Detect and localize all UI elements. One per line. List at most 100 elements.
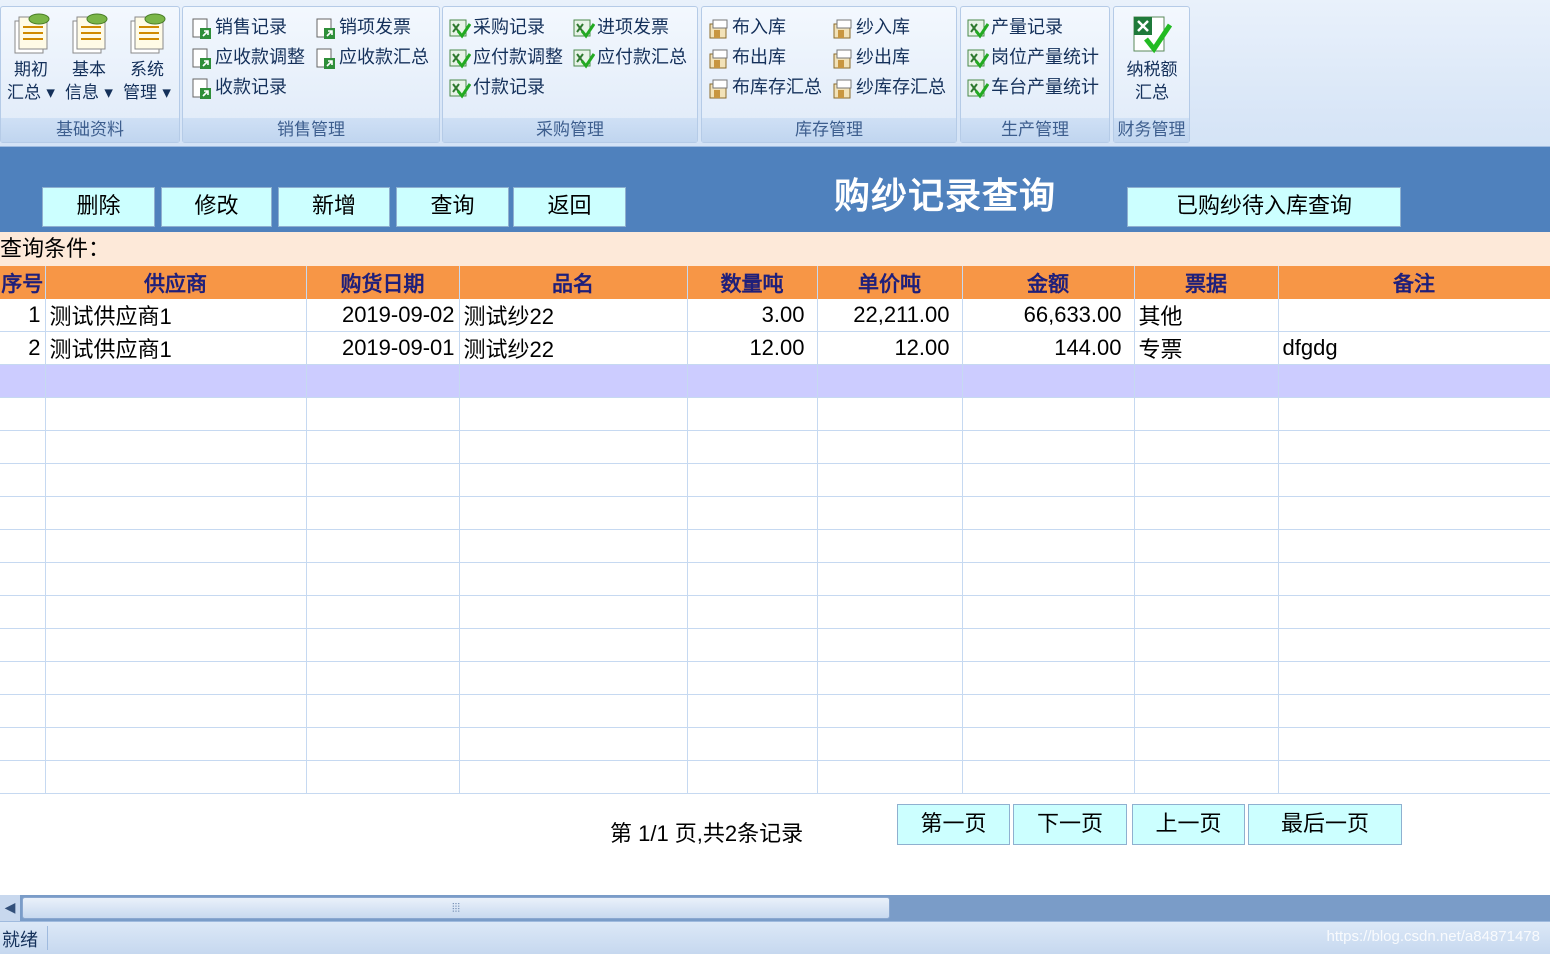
cell-purchase-date: 2019-09-01 [306, 331, 460, 365]
receipt-record-button[interactable]: 收款记录 [189, 75, 287, 101]
empty-row[interactable] [0, 661, 1550, 695]
horizontal-scrollbar[interactable]: ◀ ⦙⦙⦙ [0, 895, 1550, 921]
empty-cell [817, 430, 963, 464]
empty-cell [45, 595, 307, 629]
empty-cell [687, 529, 818, 563]
ribbon-group-finance: 纳税额 汇总 财务管理 [1113, 6, 1190, 143]
empty-cell [687, 463, 818, 497]
empty-cell [817, 529, 963, 563]
empty-cell [45, 562, 307, 596]
sheet-arrow-icon [316, 48, 335, 69]
cell-supplier: 测试供应商1 [45, 299, 307, 332]
column-header-quantity[interactable]: 数量吨 [687, 266, 818, 299]
cloth-inbound-button[interactable]: 布入库 [706, 15, 786, 41]
column-header-invoice[interactable]: 票据 [1134, 266, 1279, 299]
column-header-product-name[interactable]: 品名 [459, 266, 688, 299]
excel-check-icon [449, 79, 471, 99]
scrollbar-thumb[interactable]: ⦙⦙⦙ [22, 897, 890, 919]
basic-info-button[interactable]: 基本 信息 ▾ [61, 11, 117, 113]
payment-record-button[interactable]: 付款记录 [447, 75, 545, 101]
status-bar: 就绪 https://blog.csdn.net/a84871478 [0, 921, 1550, 954]
cell-unit-price: 22,211.00 [817, 299, 963, 332]
empty-row[interactable] [0, 727, 1550, 761]
column-header-purchase-date[interactable]: 购货日期 [306, 266, 460, 299]
system-management-button[interactable]: 系统 管理 ▾ [119, 11, 175, 113]
empty-cell [817, 694, 963, 728]
payment-record-label: 付款记录 [473, 77, 545, 98]
machine-output-stats-button[interactable]: 车台产量统计 [965, 75, 1099, 101]
empty-row[interactable] [0, 628, 1550, 662]
empty-cell [1134, 463, 1279, 497]
empty-cell [817, 364, 963, 398]
empty-cell [962, 496, 1135, 530]
back-button[interactable]: 返回 [513, 187, 626, 227]
table-row[interactable]: 1 测试供应商1 2019-09-02 测试纱22 3.00 22,211.00… [0, 299, 1550, 332]
empty-cell [1134, 694, 1279, 728]
receivable-adjust-button[interactable]: 应收款调整 [189, 45, 305, 71]
cell-amount: 144.00 [962, 331, 1135, 365]
cloth-outbound-button[interactable]: 布出库 [706, 45, 786, 71]
empty-cell [687, 727, 818, 761]
cell-invoice: 专票 [1134, 331, 1279, 365]
output-invoice-button[interactable]: 销项发票 [313, 15, 411, 41]
column-header-supplier[interactable]: 供应商 [45, 266, 307, 299]
output-record-button[interactable]: 产量记录 [965, 15, 1063, 41]
empty-cell [459, 628, 688, 662]
receivable-adjust-label: 应收款调整 [215, 47, 305, 68]
input-invoice-button[interactable]: 进项发票 [571, 15, 669, 41]
payable-adjust-button[interactable]: 应付款调整 [447, 45, 563, 71]
empty-row[interactable] [0, 562, 1550, 596]
empty-row[interactable] [0, 529, 1550, 563]
empty-cell [306, 595, 460, 629]
cell-product-name: 测试纱22 [459, 299, 688, 332]
empty-row[interactable] [0, 760, 1550, 794]
column-header-remark[interactable]: 备注 [1278, 266, 1550, 299]
table-row[interactable]: 2 测试供应商1 2019-09-01 测试纱22 12.00 12.00 14… [0, 331, 1550, 365]
purchase-record-button[interactable]: 采购记录 [447, 15, 545, 41]
add-button[interactable]: 新增 [278, 187, 390, 227]
last-page-button[interactable]: 最后一页 [1248, 804, 1402, 845]
column-header-unit-price[interactable]: 单价吨 [817, 266, 963, 299]
empty-cell [459, 727, 688, 761]
prev-page-button[interactable]: 上一页 [1132, 804, 1245, 845]
sales-record-button[interactable]: 销售记录 [189, 15, 287, 41]
first-page-button[interactable]: 第一页 [897, 804, 1010, 845]
empty-row[interactable] [0, 496, 1550, 530]
yarn-inbound-button[interactable]: 纱入库 [830, 15, 910, 41]
empty-row[interactable] [0, 595, 1550, 629]
sales-record-label: 销售记录 [215, 17, 287, 38]
empty-row[interactable] [0, 463, 1550, 497]
receivable-summary-label: 应收款汇总 [339, 47, 429, 68]
yarn-outbound-button[interactable]: 纱出库 [830, 45, 910, 71]
tax-summary-button[interactable]: 纳税额 汇总 [1122, 11, 1182, 113]
empty-row[interactable] [0, 694, 1550, 728]
column-header-index[interactable]: 序号 [0, 266, 46, 299]
empty-cell [817, 628, 963, 662]
scroll-left-arrow-icon[interactable]: ◀ [0, 895, 20, 921]
yarn-stock-summary-button[interactable]: 纱库存汇总 [830, 75, 946, 101]
delete-button[interactable]: 删除 [42, 187, 155, 227]
selected-empty-row[interactable] [0, 364, 1550, 398]
cloth-stock-summary-button[interactable]: 布库存汇总 [706, 75, 822, 101]
excel-check-icon [573, 49, 595, 69]
next-page-button[interactable]: 下一页 [1013, 804, 1127, 845]
payable-summary-button[interactable]: 应付款汇总 [571, 45, 687, 71]
ribbon-group-title: 销售管理 [183, 118, 439, 142]
empty-row[interactable] [0, 430, 1550, 464]
opening-summary-button[interactable]: 期初 汇总 ▾ [3, 11, 59, 113]
empty-row[interactable] [0, 397, 1550, 431]
empty-cell [1134, 364, 1279, 398]
ribbon-group-title: 财务管理 [1114, 118, 1189, 142]
pending-inbound-query-button[interactable]: 已购纱待入库查询 [1127, 187, 1401, 227]
empty-cell [962, 661, 1135, 695]
query-button[interactable]: 查询 [396, 187, 509, 227]
warehouse-icon [709, 49, 728, 69]
cell-supplier: 测试供应商1 [45, 331, 307, 365]
receivable-summary-button[interactable]: 应收款汇总 [313, 45, 429, 71]
edit-button[interactable]: 修改 [161, 187, 272, 227]
empty-cell [687, 661, 818, 695]
post-output-stats-button[interactable]: 岗位产量统计 [965, 45, 1099, 71]
empty-cell [459, 661, 688, 695]
column-header-amount[interactable]: 金额 [962, 266, 1135, 299]
cloth-inbound-label: 布入库 [732, 17, 786, 38]
